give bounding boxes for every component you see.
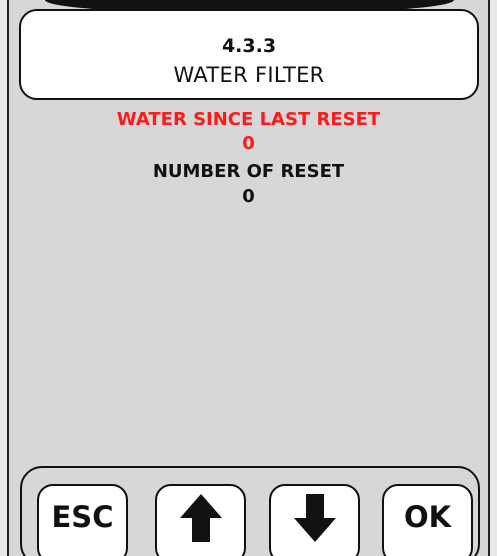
menu-code: 4.3.3 [221,35,277,57]
arrow-up-icon [179,494,222,542]
esc-label: ESC [51,500,114,534]
screen: 4.3.3 WATER FILTER WATER SINCE LAST RESE… [0,0,497,556]
ok-label: OK [403,500,452,534]
number-of-reset-value: 0 [242,186,255,207]
frame-edge-right [488,0,490,556]
up-button[interactable] [155,484,246,556]
down-button[interactable] [269,484,360,556]
number-of-reset-label: NUMBER OF RESET [152,161,345,182]
esc-button[interactable]: ESC [37,484,128,556]
frame-edge-left [7,0,9,556]
ok-button[interactable]: OK [382,484,473,556]
page-title: WATER FILTER [173,63,325,87]
arrow-down-icon [293,494,336,542]
water-since-reset-value: 0 [242,133,255,154]
water-since-reset-label: WATER SINCE LAST RESET [116,109,381,130]
title-panel: 4.3.3 WATER FILTER [19,9,479,100]
